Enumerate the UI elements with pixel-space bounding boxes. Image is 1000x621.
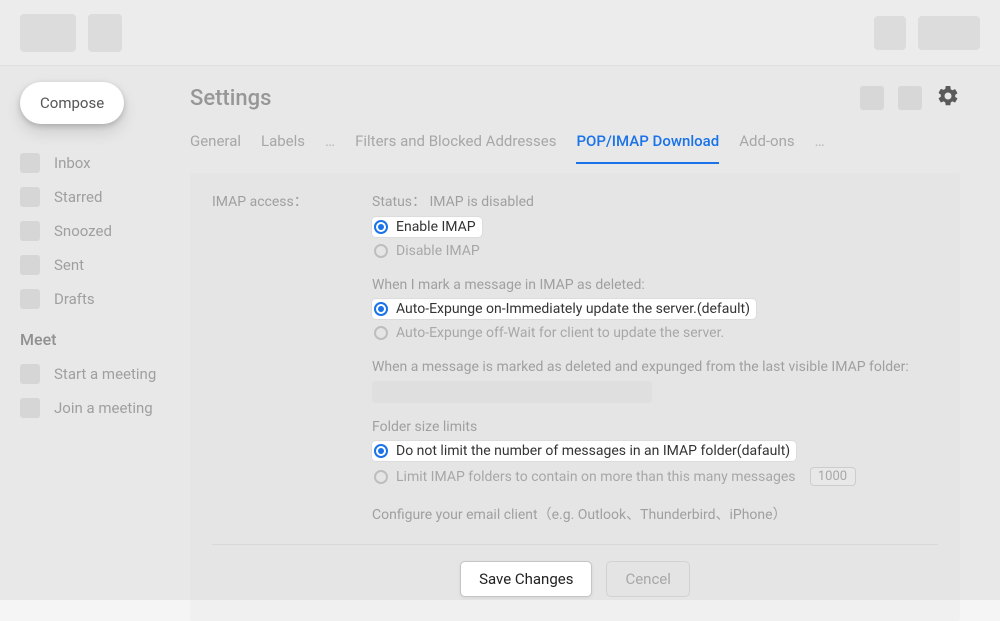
tab-filters[interactable]: Filters and Blocked Addresses (355, 132, 556, 162)
header-action-placeholder (898, 86, 922, 110)
sidebar-item-label: Join a meeting (54, 399, 153, 417)
radio-icon (374, 220, 388, 234)
limit-count-input[interactable] (810, 467, 856, 486)
radio-label: Enable IMAP (396, 219, 476, 235)
clock-icon (20, 221, 40, 241)
mail-nav: Inbox Starred Snoozed Sent Drafts (20, 146, 180, 316)
divider (212, 544, 938, 545)
tab-more[interactable]: … (815, 132, 825, 162)
inbox-icon (20, 153, 40, 173)
gear-icon[interactable] (936, 84, 960, 112)
meet-section-header: Meet (20, 330, 180, 349)
imap-access-label: IMAP access： (212, 191, 332, 524)
sidebar-item-drafts[interactable]: Drafts (20, 282, 180, 316)
sidebar-item-join-meeting[interactable]: Join a meeting (20, 391, 180, 425)
sidebar-item-label: Drafts (54, 290, 95, 308)
radio-disable-imap[interactable]: Disable IMAP (372, 241, 938, 261)
sidebar-item-inbox[interactable]: Inbox (20, 146, 180, 180)
topbar-icon-placeholder (874, 16, 906, 50)
sidebar-item-label: Starred (54, 188, 102, 206)
sidebar-item-start-meeting[interactable]: Start a meeting (20, 357, 180, 391)
radio-label: Limit IMAP folders to contain on more th… (396, 469, 796, 485)
sidebar-item-label: Snoozed (54, 222, 112, 240)
main: Compose Inbox Starred Snoozed Sent Draft… (0, 66, 1000, 600)
actions: Save Changes Cencel (212, 561, 938, 597)
delete-behavior-heading: When I mark a message in IMAP as deleted… (372, 277, 938, 293)
send-icon (20, 255, 40, 275)
expunged-option-placeholder (372, 381, 652, 403)
radio-icon (374, 244, 388, 258)
tab-pop-imap[interactable]: POP/IMAP Download (576, 132, 719, 164)
save-button[interactable]: Save Changes (460, 561, 592, 597)
video-icon (20, 364, 40, 384)
topbar-avatar-placeholder (918, 16, 980, 50)
topbar (0, 0, 1000, 66)
radio-icon (374, 302, 388, 316)
page-title: Settings (190, 86, 271, 111)
radio-enable-imap[interactable]: Enable IMAP (372, 217, 482, 237)
sidebar-item-starred[interactable]: Starred (20, 180, 180, 214)
nav-placeholder (88, 14, 122, 52)
radio-label: Auto-Expunge on-Immediately update the s… (396, 301, 750, 317)
meet-nav: Start a meeting Join a meeting (20, 357, 180, 425)
radio-icon (374, 326, 388, 340)
draft-icon (20, 289, 40, 309)
imap-panel: IMAP access： Status： IMAP is disabled En… (190, 173, 960, 621)
radio-icon (374, 444, 388, 458)
imap-body: Status： IMAP is disabled Enable IMAP Dis… (372, 191, 938, 524)
settings-tabs: General Labels … Filters and Blocked Add… (190, 132, 960, 165)
topbar-right (874, 16, 980, 50)
settings-header-actions (860, 84, 960, 112)
topbar-left (20, 14, 122, 52)
keyboard-icon (20, 398, 40, 418)
imap-status: Status： IMAP is disabled (372, 191, 938, 211)
sidebar: Compose Inbox Starred Snoozed Sent Draft… (0, 66, 190, 600)
sidebar-item-sent[interactable]: Sent (20, 248, 180, 282)
header-action-placeholder (860, 86, 884, 110)
tab-labels[interactable]: Labels (261, 132, 305, 162)
sidebar-item-label: Inbox (54, 154, 91, 172)
star-icon (20, 187, 40, 207)
folder-limits-heading: Folder size limits (372, 419, 938, 435)
radio-limit-messages[interactable]: Limit IMAP folders to contain on more th… (372, 465, 938, 488)
sidebar-item-snoozed[interactable]: Snoozed (20, 214, 180, 248)
configure-client-text: Configure your email client（e.g. Outlook… (372, 504, 938, 524)
cancel-button[interactable]: Cencel (606, 561, 689, 597)
expunged-heading: When a message is marked as deleted and … (372, 359, 938, 375)
radio-label: Do not limit the number of messages in a… (396, 443, 790, 459)
radio-label: Auto-Expunge off-Wait for client to upda… (396, 325, 724, 341)
sidebar-item-label: Sent (54, 256, 84, 274)
tab-addons[interactable]: Add-ons (739, 132, 794, 162)
radio-label: Disable IMAP (396, 243, 480, 259)
radio-icon (374, 470, 388, 484)
radio-no-limit[interactable]: Do not limit the number of messages in a… (372, 441, 796, 461)
compose-button[interactable]: Compose (20, 82, 124, 124)
radio-expunge-off[interactable]: Auto-Expunge off-Wait for client to upda… (372, 323, 938, 343)
settings-header: Settings (190, 84, 960, 112)
tab-more[interactable]: … (325, 132, 335, 162)
content: Settings General Labels … Filters and Bl… (190, 66, 1000, 600)
tab-general[interactable]: General (190, 132, 241, 162)
logo-placeholder (20, 14, 76, 52)
sidebar-item-label: Start a meeting (54, 365, 156, 383)
radio-expunge-on[interactable]: Auto-Expunge on-Immediately update the s… (372, 299, 756, 319)
